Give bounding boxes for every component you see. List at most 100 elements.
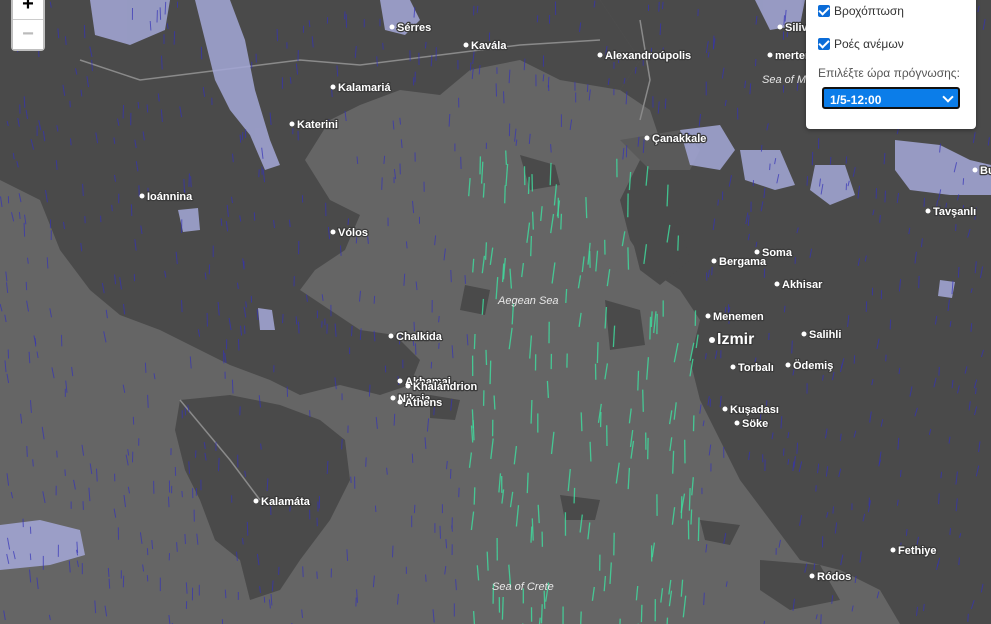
wind-streak [845, 156, 848, 164]
sea-label: Aegean Sea [497, 295, 559, 307]
wind-streak [717, 199, 719, 206]
wind-checkbox[interactable] [818, 38, 830, 50]
city-label: Khalándrion [413, 381, 477, 393]
city-marker [397, 378, 403, 384]
wind-streak [962, 178, 965, 185]
city-marker [767, 52, 773, 58]
city-marker [925, 208, 931, 214]
city-marker [330, 229, 336, 235]
city-label: Bu [980, 165, 991, 177]
wind-streak [76, 541, 79, 553]
city-label: Athens [405, 397, 442, 409]
wind-streak [386, 467, 388, 475]
wind-streak [111, 204, 113, 212]
wind-streak [56, 450, 58, 458]
wind-streak [439, 525, 441, 539]
forecast-time-prompt: Επιλέξτε ώρα πρόγνωσης: [818, 66, 960, 80]
wind-streak [489, 360, 492, 385]
wind-streak [469, 62, 472, 71]
wind-streak [650, 311, 653, 328]
wind-streak [161, 55, 163, 70]
wind-streak [523, 58, 526, 71]
precipitation-toggle-row[interactable]: Βροχόπτωση [818, 4, 904, 18]
wind-streak [218, 457, 220, 472]
wind-streak [184, 407, 187, 416]
wind-streak [473, 333, 476, 350]
wind-streak [493, 395, 496, 410]
wind-streak [672, 450, 675, 474]
city-marker [139, 193, 145, 199]
city-marker [722, 406, 728, 412]
wind-streak [383, 155, 386, 164]
wind-streak [368, 384, 371, 397]
city-label: Ródos [817, 571, 851, 583]
wind-streak [164, 1, 167, 15]
wind-streak [627, 247, 630, 270]
wind-streak [347, 218, 349, 225]
wind-streak [298, 321, 300, 334]
wind-streak [531, 518, 534, 541]
wind-streak [970, 323, 973, 332]
wind-streak [107, 567, 110, 577]
wind-streak [190, 176, 192, 188]
wind-streak [573, 487, 576, 504]
wind-streak [649, 316, 652, 340]
wind-streak [923, 603, 925, 612]
city-marker [809, 573, 815, 579]
wind-streak [302, 566, 304, 578]
city-label: Salihli [809, 329, 841, 341]
zoom-control: + − [11, 0, 45, 51]
precipitation-checkbox[interactable] [818, 5, 830, 17]
city-label: Vólos [338, 227, 368, 239]
wind-streak [900, 469, 902, 477]
wind-streak [147, 394, 149, 408]
wind-streak [411, 453, 414, 463]
wind-streak [783, 305, 786, 313]
wind-streak [940, 471, 943, 479]
wind-streak [289, 77, 292, 84]
wind-streak [829, 156, 832, 165]
city-label: Fethiye [898, 545, 937, 557]
wind-streak [144, 362, 147, 373]
city-label: Kalamáta [261, 496, 311, 508]
wind-streak [224, 589, 227, 599]
city-marker [253, 498, 259, 504]
wind-streak [424, 41, 427, 49]
wind-streak [340, 245, 342, 256]
wind-streak [373, 295, 376, 304]
city-marker [397, 399, 403, 405]
forecast-time-select[interactable]: 1/5-12:00 [822, 87, 960, 109]
wind-streak [26, 445, 28, 457]
wind-streak [975, 387, 977, 395]
city-marker [388, 333, 394, 339]
wind-streak [246, 521, 249, 536]
wind-streak [146, 575, 149, 582]
wind-streak [316, 571, 318, 579]
wind-streak [938, 493, 940, 505]
city-marker [774, 281, 780, 287]
city-marker [709, 337, 715, 343]
wind-streak [549, 162, 552, 186]
wind-streak [32, 459, 34, 467]
city-marker [289, 121, 295, 127]
wind-streak [580, 412, 583, 432]
wind-streak [399, 117, 401, 125]
wind-streak [376, 56, 378, 67]
wind-streak [149, 20, 152, 31]
wind-streak [331, 89, 333, 98]
zoom-out-button[interactable]: − [13, 19, 43, 49]
city-label: Katerini [297, 119, 338, 131]
wind-streak [188, 173, 190, 187]
wind-streak [813, 563, 816, 571]
wind-streak [220, 218, 223, 226]
zoom-in-button[interactable]: + [13, 0, 43, 19]
wind-streak [393, 413, 396, 426]
wind-toggle-row[interactable]: Ροές ανέμων [818, 37, 904, 51]
city-label: Torbalı [738, 362, 774, 374]
wind-streak [923, 197, 925, 207]
wind-streak [711, 266, 713, 276]
city-marker [890, 547, 896, 553]
wind-streak [666, 184, 669, 207]
wind-streak [472, 420, 475, 441]
city-label: Tavşanlı [933, 206, 976, 218]
